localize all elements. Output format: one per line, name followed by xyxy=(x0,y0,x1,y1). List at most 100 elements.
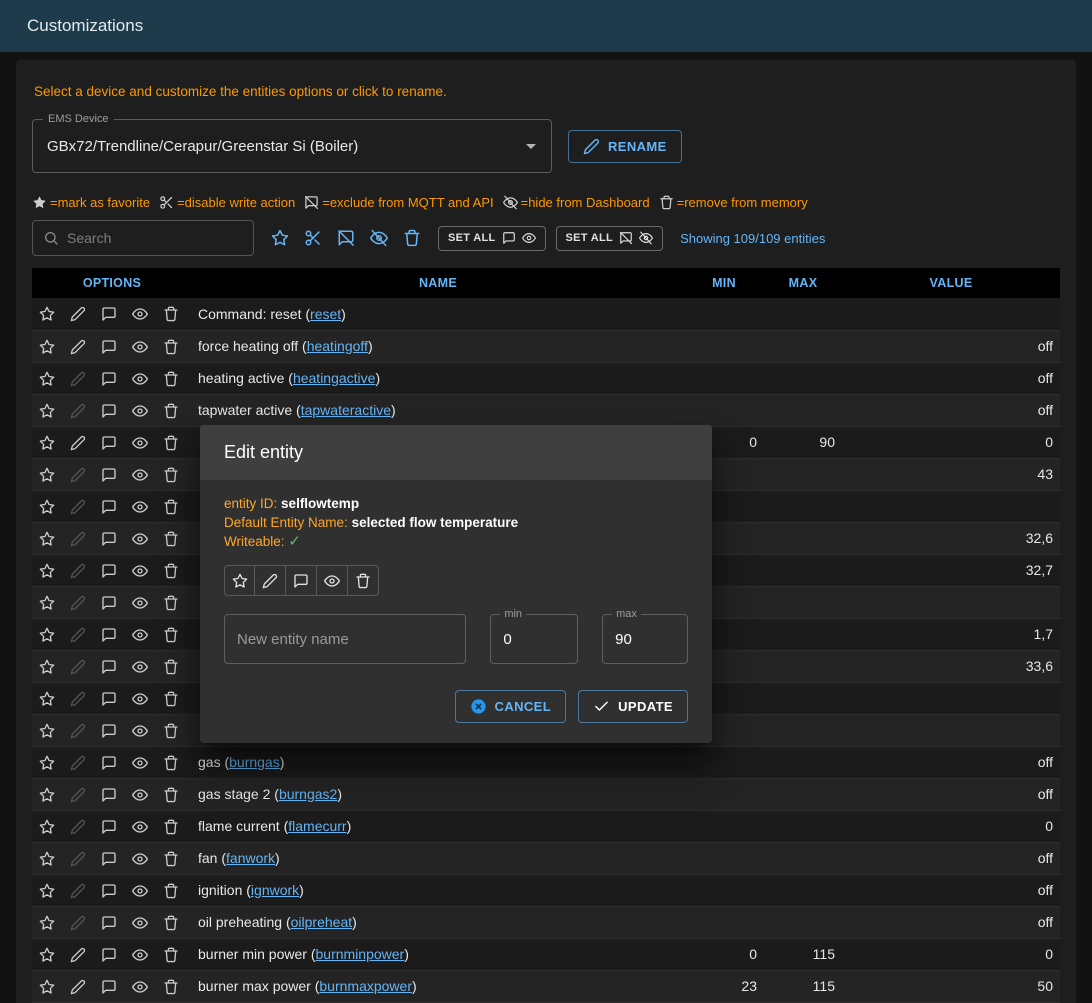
star-icon[interactable] xyxy=(39,467,55,483)
eye-icon[interactable] xyxy=(132,883,148,899)
eye-icon[interactable] xyxy=(132,947,148,963)
chat-icon[interactable] xyxy=(101,755,117,771)
toggle-pencil-button[interactable] xyxy=(255,565,286,596)
trash-icon[interactable] xyxy=(163,723,179,739)
trash-icon[interactable] xyxy=(163,755,179,771)
set-all-button-1[interactable]: SET ALL xyxy=(438,226,546,251)
trash-icon[interactable] xyxy=(163,979,179,995)
entity-shortname-link[interactable]: ignwork xyxy=(251,882,299,898)
filter-scissors-button[interactable] xyxy=(304,229,322,247)
min-input[interactable] xyxy=(503,631,565,648)
entity-shortname-link[interactable]: burngas xyxy=(229,754,280,770)
trash-icon[interactable] xyxy=(163,499,179,515)
trash-icon[interactable] xyxy=(163,883,179,899)
eye-icon[interactable] xyxy=(132,851,148,867)
pencil-icon[interactable] xyxy=(70,979,86,995)
star-icon[interactable] xyxy=(39,915,55,931)
set-all-button-2[interactable]: SET ALL xyxy=(556,226,664,251)
chat-icon[interactable] xyxy=(101,915,117,931)
pencil-icon[interactable] xyxy=(70,467,86,483)
entity-shortname-link[interactable]: reset xyxy=(310,306,341,322)
eye-icon[interactable] xyxy=(132,595,148,611)
chat-icon[interactable] xyxy=(101,947,117,963)
entity-shortname-link[interactable]: oilpreheat xyxy=(291,914,353,930)
eye-icon[interactable] xyxy=(132,339,148,355)
trash-icon[interactable] xyxy=(163,627,179,643)
star-icon[interactable] xyxy=(39,947,55,963)
trash-icon[interactable] xyxy=(163,659,179,675)
trash-icon[interactable] xyxy=(163,306,179,322)
chat-icon[interactable] xyxy=(101,787,117,803)
pencil-icon[interactable] xyxy=(70,723,86,739)
eye-icon[interactable] xyxy=(132,691,148,707)
chat-icon[interactable] xyxy=(101,435,117,451)
entity-shortname-link[interactable]: fanwork xyxy=(226,850,275,866)
eye-icon[interactable] xyxy=(132,627,148,643)
toggle-star-button[interactable] xyxy=(224,565,255,596)
pencil-icon[interactable] xyxy=(70,563,86,579)
chat-icon[interactable] xyxy=(101,499,117,515)
max-field[interactable]: max xyxy=(602,614,688,664)
eye-icon[interactable] xyxy=(132,659,148,675)
filter-eye-off-button[interactable] xyxy=(370,229,388,247)
pencil-icon[interactable] xyxy=(70,627,86,643)
rename-button[interactable]: RENAME xyxy=(568,130,682,163)
chat-icon[interactable] xyxy=(101,819,117,835)
eye-icon[interactable] xyxy=(132,371,148,387)
eye-icon[interactable] xyxy=(132,403,148,419)
max-input[interactable] xyxy=(615,631,675,648)
eye-icon[interactable] xyxy=(132,819,148,835)
pencil-icon[interactable] xyxy=(70,819,86,835)
star-icon[interactable] xyxy=(39,659,55,675)
trash-icon[interactable] xyxy=(163,915,179,931)
filter-trash-button[interactable] xyxy=(403,229,421,247)
pencil-icon[interactable] xyxy=(70,595,86,611)
trash-icon[interactable] xyxy=(163,467,179,483)
filter-chat-off-button[interactable] xyxy=(337,229,355,247)
chat-icon[interactable] xyxy=(101,723,117,739)
chat-icon[interactable] xyxy=(101,306,117,322)
trash-icon[interactable] xyxy=(163,339,179,355)
trash-icon[interactable] xyxy=(163,691,179,707)
trash-icon[interactable] xyxy=(163,851,179,867)
star-icon[interactable] xyxy=(39,531,55,547)
star-icon[interactable] xyxy=(39,787,55,803)
pencil-icon[interactable] xyxy=(70,851,86,867)
new-entity-name-field[interactable] xyxy=(224,614,466,664)
trash-icon[interactable] xyxy=(163,947,179,963)
ems-device-select[interactable]: EMS Device GBx72/Trendline/Cerapur/Green… xyxy=(32,119,552,173)
pencil-icon[interactable] xyxy=(70,435,86,451)
chat-icon[interactable] xyxy=(101,627,117,643)
star-icon[interactable] xyxy=(39,499,55,515)
pencil-icon[interactable] xyxy=(70,659,86,675)
filter-star-button[interactable] xyxy=(271,229,289,247)
chat-icon[interactable] xyxy=(101,371,117,387)
pencil-icon[interactable] xyxy=(70,691,86,707)
star-icon[interactable] xyxy=(39,723,55,739)
chat-icon[interactable] xyxy=(101,851,117,867)
pencil-icon[interactable] xyxy=(70,883,86,899)
star-icon[interactable] xyxy=(39,339,55,355)
entity-shortname-link[interactable]: burnmaxpower xyxy=(319,978,412,994)
pencil-icon[interactable] xyxy=(70,531,86,547)
new-entity-name-input[interactable] xyxy=(237,631,453,648)
trash-icon[interactable] xyxy=(163,531,179,547)
toggle-trash-button[interactable] xyxy=(348,565,379,596)
min-field[interactable]: min xyxy=(490,614,578,664)
pencil-icon[interactable] xyxy=(70,371,86,387)
chat-icon[interactable] xyxy=(101,339,117,355)
star-icon[interactable] xyxy=(39,403,55,419)
star-icon[interactable] xyxy=(39,371,55,387)
pencil-icon[interactable] xyxy=(70,755,86,771)
star-icon[interactable] xyxy=(39,755,55,771)
star-icon[interactable] xyxy=(39,306,55,322)
star-icon[interactable] xyxy=(39,627,55,643)
chat-icon[interactable] xyxy=(101,595,117,611)
cancel-button[interactable]: CANCEL xyxy=(455,690,567,723)
eye-icon[interactable] xyxy=(132,787,148,803)
chat-icon[interactable] xyxy=(101,563,117,579)
trash-icon[interactable] xyxy=(163,819,179,835)
pencil-icon[interactable] xyxy=(70,915,86,931)
star-icon[interactable] xyxy=(39,819,55,835)
chat-icon[interactable] xyxy=(101,691,117,707)
